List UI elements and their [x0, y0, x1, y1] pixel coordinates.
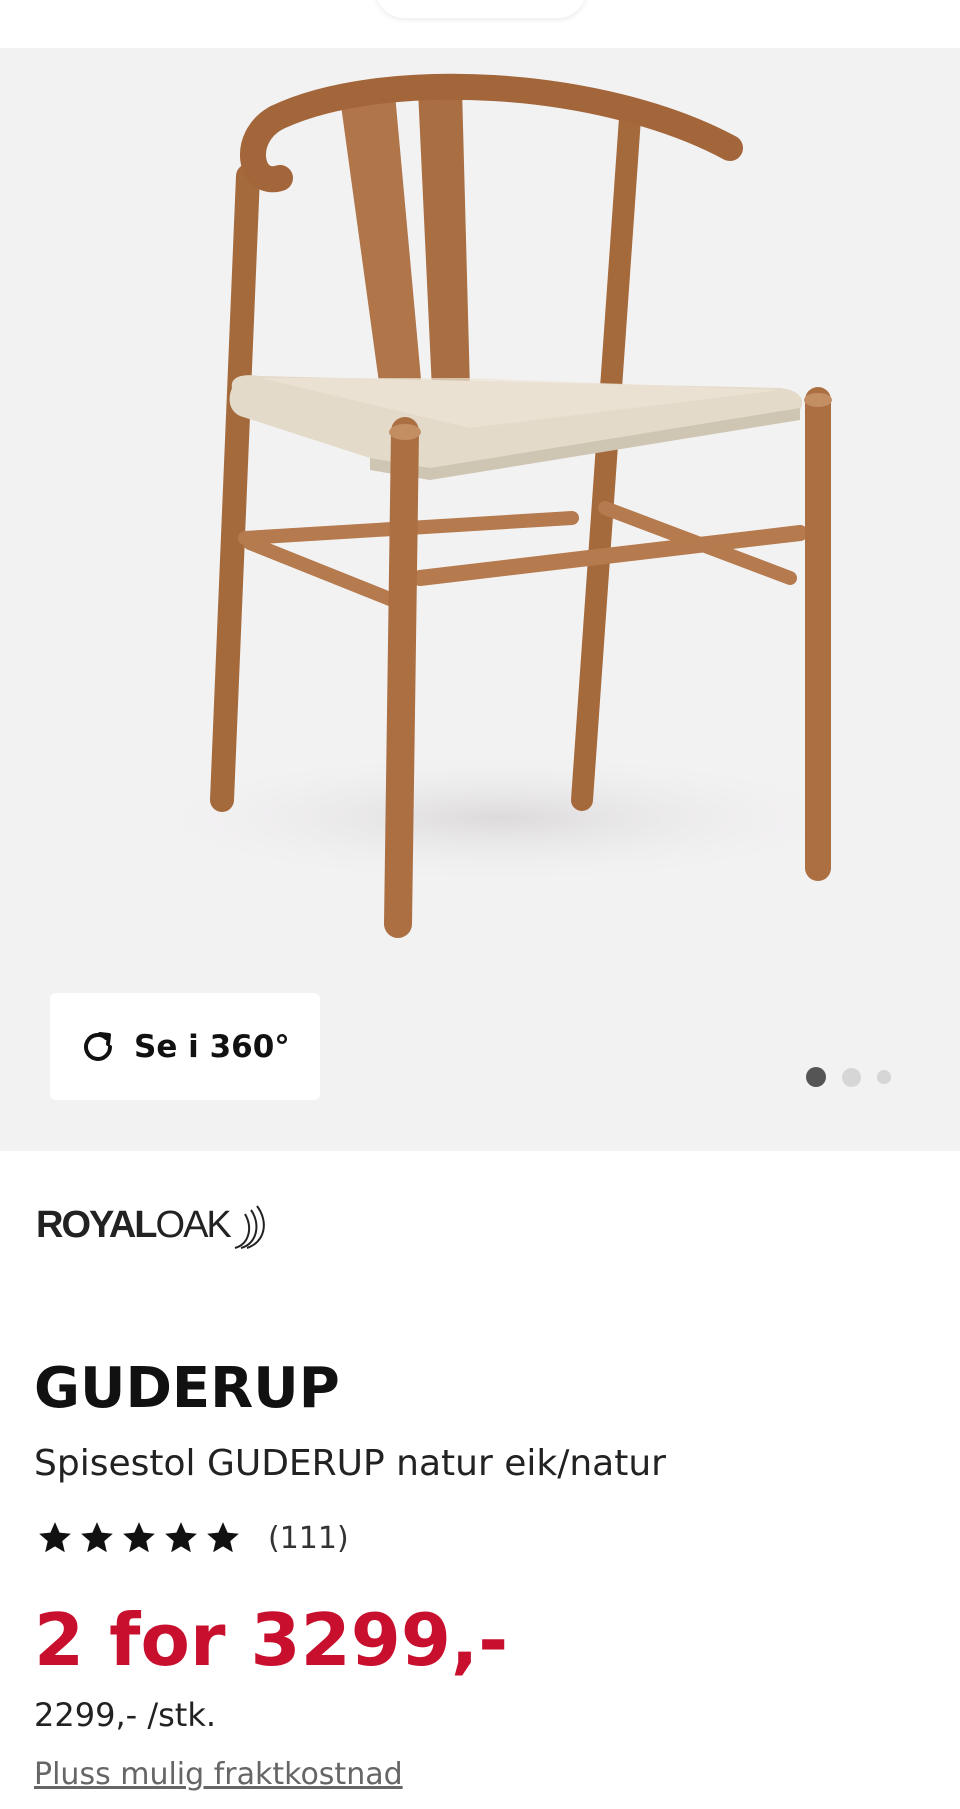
carousel-pagination: [806, 1067, 891, 1087]
product-name: GUDERUP: [34, 1356, 340, 1421]
product-image-gallery[interactable]: Se i 360°: [0, 48, 960, 1151]
unit-price: 2299,- /stk.: [34, 1696, 217, 1734]
star-icon: [165, 1522, 197, 1553]
top-handle[interactable]: [376, 0, 586, 18]
star-icon: [81, 1522, 113, 1553]
pagination-dot[interactable]: [877, 1070, 891, 1084]
star-icon: [39, 1522, 71, 1553]
offer-price: 2 for 3299,-: [34, 1598, 509, 1682]
brand-logo[interactable]: ROYALOAK: [36, 1204, 271, 1254]
view-360-button[interactable]: Se i 360°: [50, 993, 320, 1100]
pagination-dot[interactable]: [842, 1067, 861, 1087]
product-rating[interactable]: (111): [36, 1519, 349, 1557]
review-count: (111): [268, 1520, 349, 1556]
chair-image: [120, 73, 880, 938]
pagination-dot[interactable]: [806, 1067, 826, 1087]
brand-logo-swoosh-icon: [234, 1205, 265, 1249]
shipping-cost-link[interactable]: Pluss mulig fraktkostnad: [34, 1757, 403, 1792]
rotate-icon: [76, 1025, 120, 1069]
star-icon: [207, 1522, 239, 1553]
star-icon: [123, 1522, 155, 1553]
rating-stars: [36, 1519, 246, 1557]
product-subtitle: Spisestol GUDERUP natur eik/natur: [34, 1443, 666, 1484]
brand-logo-part1: ROYAL: [36, 1204, 158, 1246]
view-360-label: Se i 360°: [134, 1028, 290, 1065]
brand-logo-part2: OAK: [155, 1204, 232, 1246]
